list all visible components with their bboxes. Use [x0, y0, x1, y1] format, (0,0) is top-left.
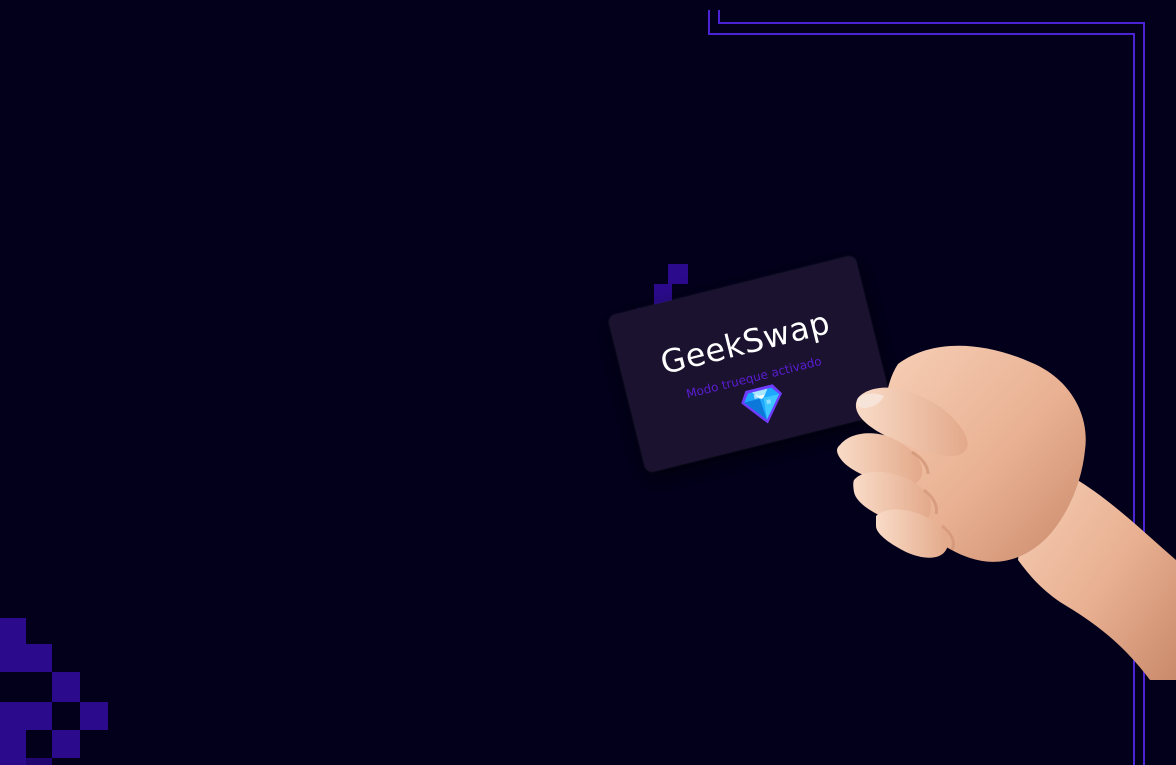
hero-banner: GeekSwap Modo trueque activado — [0, 0, 1176, 765]
pixel-block — [80, 702, 108, 730]
pixel-block — [26, 758, 52, 765]
frame-line-vertical-outer-top — [708, 10, 710, 34]
pixel-block — [0, 730, 26, 765]
pixel-block — [0, 702, 52, 730]
pixel-block — [0, 644, 52, 672]
pixel-block — [52, 672, 80, 702]
pixel-block — [668, 264, 688, 284]
pixel-block — [52, 730, 80, 758]
frame-line-horizontal-outer — [708, 33, 1135, 35]
frame-line-horizontal-inner — [718, 22, 1145, 24]
hand-image — [837, 345, 1176, 680]
pixel-block — [0, 618, 26, 644]
